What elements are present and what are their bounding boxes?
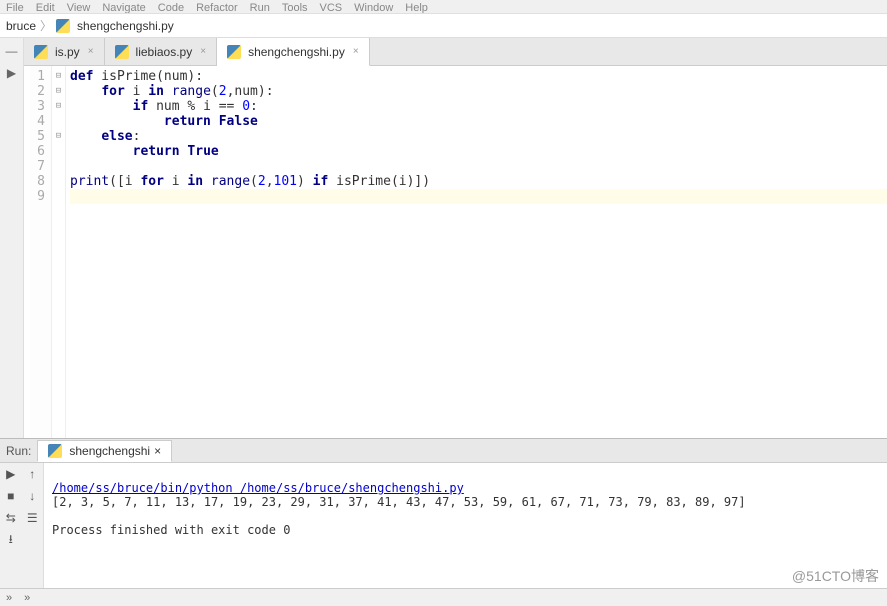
footer-chevrons-icon[interactable]: »: [24, 592, 30, 604]
code-line[interactable]: [70, 189, 887, 204]
run-panel-header: Run: shengchengshi ×: [0, 439, 887, 463]
line-number-gutter: 123456789: [30, 66, 52, 438]
run-arrow-icon[interactable]: ▶: [7, 66, 16, 80]
menu-item[interactable]: Tools: [282, 2, 308, 11]
python-file-icon: [34, 45, 48, 59]
code-line[interactable]: def isPrime(num):: [70, 69, 887, 84]
fold-gutter: ⊟⊟⊟⊟: [52, 66, 66, 438]
breadcrumb-separator: 〉: [40, 17, 52, 34]
close-icon[interactable]: ×: [200, 46, 206, 57]
console-status: Process finished with exit code 0: [52, 523, 290, 537]
run-panel-label: Run:: [0, 444, 37, 458]
code-line[interactable]: if num % i == 0:: [70, 99, 887, 114]
editor-tab[interactable]: shengchengshi.py ×: [217, 38, 370, 66]
rerun-button[interactable]: ▶: [0, 463, 22, 485]
editor-tabbar: is.py × liebiaos.py × shengchengshi.py ×: [24, 38, 887, 66]
code-line[interactable]: print([i for i in range(2,101) if isPrim…: [70, 174, 887, 189]
breadcrumb-project[interactable]: bruce: [6, 19, 36, 33]
editor-tab[interactable]: is.py ×: [24, 38, 105, 65]
scroll-to-end-icon[interactable]: ☰: [22, 507, 44, 529]
menu-item[interactable]: Run: [250, 2, 270, 11]
breadcrumb: bruce 〉 shengchengshi.py: [0, 14, 887, 38]
console-command: /home/ss/bruce/bin/python /home/ss/bruce…: [52, 481, 464, 495]
tab-label: is.py: [55, 45, 80, 59]
status-bar: » »: [0, 588, 887, 606]
close-icon[interactable]: ×: [88, 46, 94, 57]
console-stdout: [2, 3, 5, 7, 11, 13, 17, 19, 23, 29, 31,…: [52, 495, 746, 509]
run-tab-label: shengchengshi: [69, 444, 150, 458]
menu-item[interactable]: Navigate: [102, 2, 145, 11]
soft-wrap-icon[interactable]: ⇆: [0, 507, 22, 529]
run-toolbar: ▶ ↑ ■ ↓ ⇆ ☰ ⭳: [0, 463, 44, 588]
watermark: @51CTO博客: [792, 566, 879, 586]
tab-label: liebiaos.py: [136, 45, 193, 59]
footer-chevrons-icon[interactable]: »: [6, 592, 12, 604]
run-tab[interactable]: shengchengshi ×: [37, 440, 172, 462]
code-line[interactable]: [70, 159, 887, 174]
python-file-icon: [115, 45, 129, 59]
menu-item[interactable]: Code: [158, 2, 184, 11]
code-line[interactable]: return True: [70, 144, 887, 159]
menu-item[interactable]: Edit: [36, 2, 55, 11]
code-body[interactable]: def isPrime(num): for i in range(2,num):…: [66, 66, 887, 438]
python-file-icon: [227, 45, 241, 59]
code-editor[interactable]: 123456789 ⊟⊟⊟⊟ def isPrime(num): for i i…: [24, 66, 887, 438]
menu-item[interactable]: VCS: [320, 2, 343, 11]
code-line[interactable]: for i in range(2,num):: [70, 84, 887, 99]
code-line[interactable]: return False: [70, 114, 887, 129]
menu-item[interactable]: View: [67, 2, 91, 11]
scroll-down-icon[interactable]: ↓: [22, 485, 44, 507]
scroll-up-icon[interactable]: ↑: [22, 463, 44, 485]
close-icon[interactable]: ×: [154, 444, 161, 458]
python-file-icon: [48, 444, 62, 458]
menu-item[interactable]: File: [6, 2, 24, 11]
console-output[interactable]: /home/ss/bruce/bin/python /home/ss/bruce…: [44, 463, 887, 588]
tab-label: shengchengshi.py: [248, 45, 345, 59]
editor-tab[interactable]: liebiaos.py ×: [105, 38, 218, 65]
python-file-icon: [56, 19, 70, 33]
code-line[interactable]: else:: [70, 129, 887, 144]
breadcrumb-file[interactable]: shengchengshi.py: [77, 19, 174, 33]
close-icon[interactable]: ×: [353, 46, 359, 57]
menu-item[interactable]: Help: [405, 2, 428, 11]
menu-item[interactable]: Window: [354, 2, 393, 11]
menubar: File Edit View Navigate Code Refactor Run Tools…: [0, 0, 887, 14]
left-tool-gutter: — ▶: [0, 38, 24, 438]
export-icon[interactable]: ⭳: [0, 529, 22, 551]
menu-item[interactable]: Refactor: [196, 2, 238, 11]
stop-button[interactable]: ■: [0, 485, 22, 507]
collapse-icon[interactable]: —: [6, 44, 18, 58]
